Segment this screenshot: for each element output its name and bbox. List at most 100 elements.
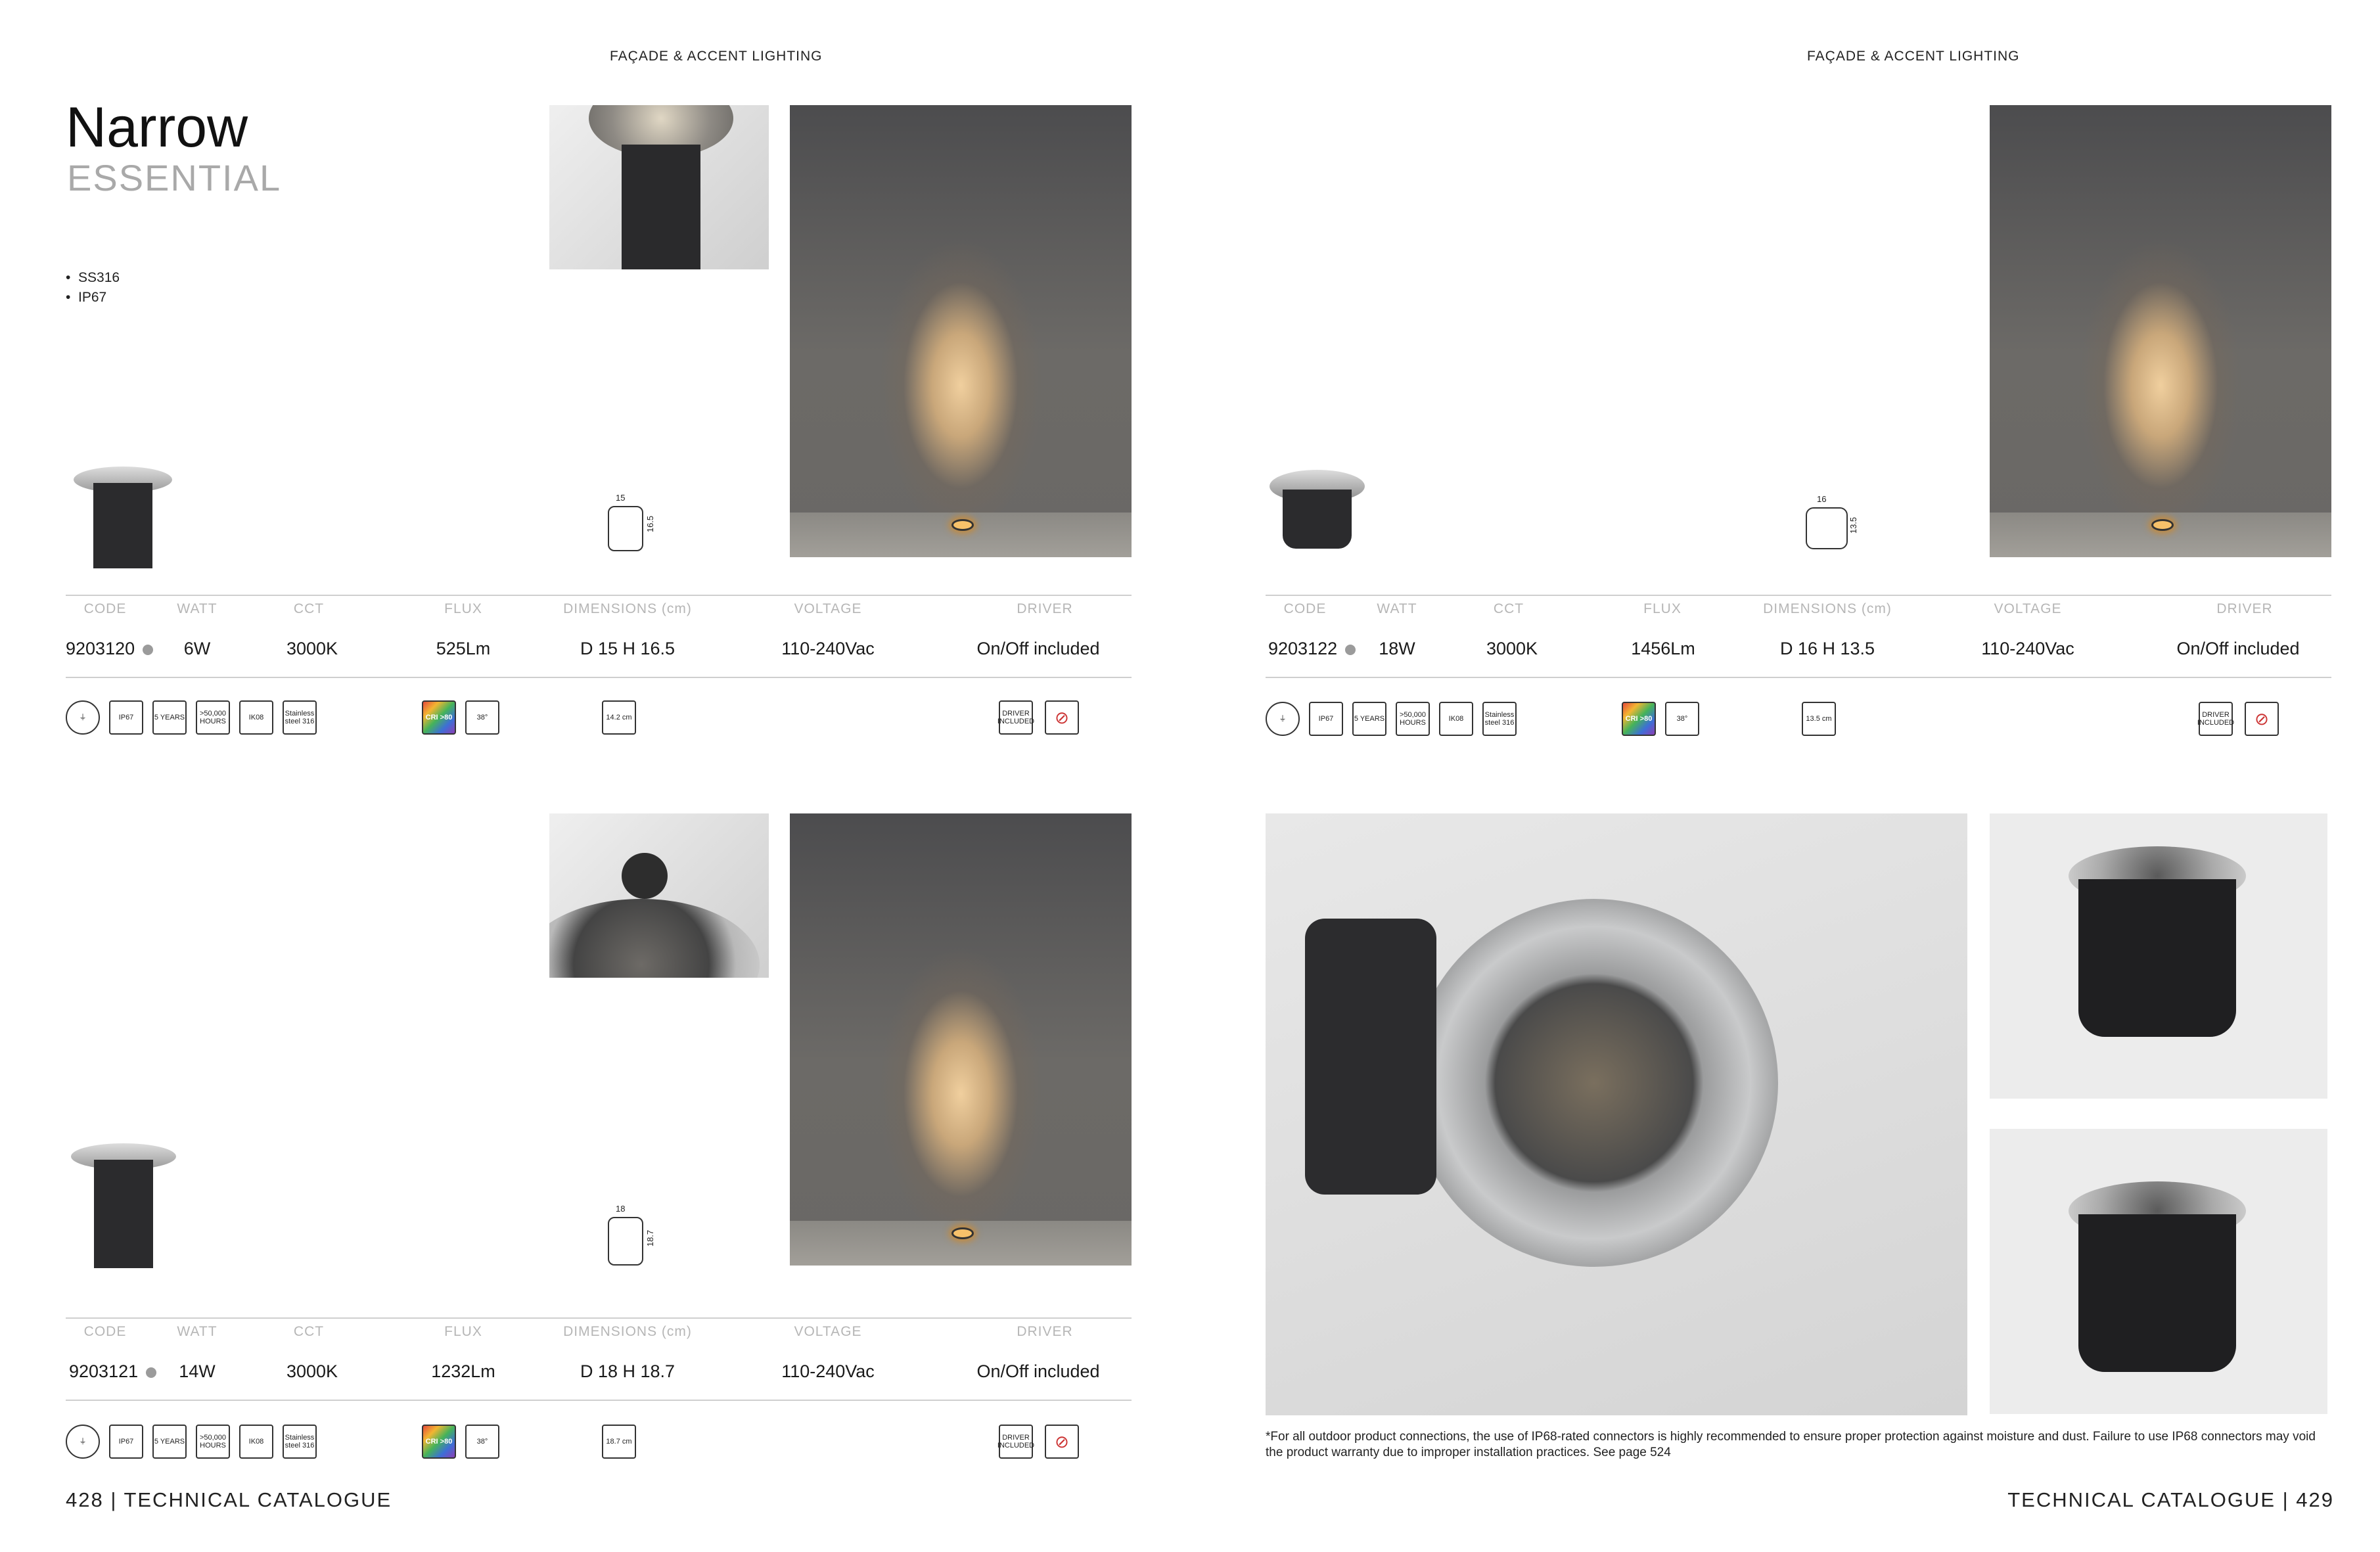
ik-rating-icon: IK08: [1439, 702, 1473, 736]
col-watt: WATT: [177, 1324, 217, 1339]
col-driver: DRIVER: [1017, 601, 1073, 616]
cct-cell: 3000K: [1486, 639, 1538, 658]
col-dimensions: DIMENSIONS (cm): [563, 1324, 692, 1339]
flux-cell: 1232Lm: [431, 1361, 495, 1381]
driver-included-icon: DRIVER INCLUDED: [2197, 702, 2234, 736]
side-photo-2: [1990, 1129, 2327, 1414]
section-title-left: FAÇADE & ACCENT LIGHTING: [610, 49, 823, 64]
ik-rating-icon: IK08: [239, 1425, 273, 1459]
ip-rating-icon: IP67: [109, 1425, 143, 1459]
detail-photo-2: [549, 813, 769, 978]
watt-cell: 14W: [179, 1361, 216, 1381]
side-photo-1: [1990, 813, 2327, 1099]
lifetime-hours-icon: >50,000 HOURS: [1396, 702, 1430, 736]
fixture-image-3: [71, 1143, 176, 1271]
footer-left: 428 | TECHNICAL CATALOGUE: [66, 1488, 392, 1511]
ip-rating-icon: IP67: [109, 700, 143, 735]
col-flux: FLUX: [444, 601, 482, 616]
feature-list: • SS316 • IP67: [66, 268, 120, 308]
color-swatch: [1345, 644, 1356, 655]
beam-angle-icon: 38°: [465, 700, 499, 735]
cri-icon: CRI >80: [422, 700, 456, 735]
feature-item: • SS316: [66, 270, 120, 285]
col-code: CODE: [1283, 601, 1327, 616]
table-rule: [66, 1400, 1132, 1401]
no-dimming-icon: ⊘: [1045, 1425, 1079, 1459]
dimension-sketch-3: 18 18.7: [601, 1204, 660, 1273]
driver-cell: On/Off included: [976, 1361, 1100, 1381]
col-dimensions: DIMENSIONS (cm): [1763, 601, 1892, 616]
dimensions-cell: D 15 H 16.5: [580, 639, 675, 658]
ip-rating-icon: IP67: [1309, 702, 1343, 736]
installation-note: *For all outdoor product connections, th…: [1266, 1430, 2316, 1459]
col-watt: WATT: [177, 601, 217, 616]
beam-angle-icon: 38°: [1665, 702, 1699, 736]
voltage-cell: 110-240Vac: [781, 639, 875, 658]
dimensions-cell: D 18 H 18.7: [580, 1361, 675, 1381]
table-rule: [1266, 677, 2331, 678]
driver-cell: On/Off included: [976, 639, 1100, 658]
detail-photo-1: [549, 105, 769, 269]
driver-included-icon: DRIVER INCLUDED: [997, 700, 1034, 735]
table-rule: [66, 595, 1132, 596]
col-cct: CCT: [293, 1324, 325, 1339]
flux-cell: 525Lm: [436, 639, 491, 658]
col-voltage: VOLTAGE: [794, 601, 862, 616]
flux-cell: 1456Lm: [1631, 639, 1695, 658]
col-flux: FLUX: [1643, 601, 1682, 616]
voltage-cell: 110-240Vac: [781, 1361, 875, 1381]
col-watt: WATT: [1377, 601, 1417, 616]
footer-right: TECHNICAL CATALOGUE | 429: [2007, 1488, 2334, 1511]
col-driver: DRIVER: [1017, 1324, 1073, 1339]
fixture-image-1: [74, 467, 172, 572]
driver-included-icon: DRIVER INCLUDED: [997, 1425, 1034, 1459]
col-cct: CCT: [1493, 601, 1524, 616]
earth-icon: ⏚: [66, 1425, 100, 1459]
col-cct: CCT: [293, 601, 325, 616]
beam-angle-icon: 38°: [465, 1425, 499, 1459]
warranty-icon: 5 YEARS: [152, 700, 187, 735]
warranty-icon: 5 YEARS: [152, 1425, 187, 1459]
cutout-icon: 14.2 cm: [602, 700, 636, 735]
color-swatch: [146, 1367, 157, 1378]
voltage-cell: 110-240Vac: [1981, 639, 2074, 658]
code-cell: 9203120: [66, 639, 171, 659]
col-code: CODE: [83, 1324, 127, 1339]
product-range: ESSENTIAL: [67, 157, 282, 198]
beam-photo-1: [790, 105, 1132, 557]
beam-photo-2: [790, 813, 1132, 1266]
col-code: CODE: [83, 601, 127, 616]
color-swatch: [143, 644, 154, 655]
table-rule: [1266, 595, 2331, 596]
stainless-steel-icon: Stainless steel 316: [283, 1425, 317, 1459]
lifetime-hours-icon: >50,000 HOURS: [196, 700, 230, 735]
cutout-icon: 18.7 cm: [602, 1425, 636, 1459]
dimensions-cell: D 16 H 13.5: [1779, 639, 1875, 658]
watt-cell: 18W: [1379, 639, 1415, 658]
section-title-right: FAÇADE & ACCENT LIGHTING: [1807, 49, 2020, 64]
earth-icon: ⏚: [1266, 702, 1300, 736]
earth-icon: ⏚: [66, 700, 100, 735]
stainless-steel-icon: Stainless steel 316: [283, 700, 317, 735]
ik-rating-icon: IK08: [239, 700, 273, 735]
lifetime-hours-icon: >50,000 HOURS: [196, 1425, 230, 1459]
feature-item: • IP67: [66, 290, 107, 305]
col-driver: DRIVER: [2216, 601, 2273, 616]
beam-photo-3: [1990, 105, 2331, 557]
col-voltage: VOLTAGE: [794, 1324, 862, 1339]
no-dimming-icon: ⊘: [2245, 702, 2279, 736]
cutout-icon: 13.5 cm: [1802, 702, 1836, 736]
cri-icon: CRI >80: [422, 1425, 456, 1459]
cct-cell: 3000K: [286, 639, 338, 658]
table-rule: [66, 677, 1132, 678]
dimension-sketch-1: 15 16.5: [601, 493, 660, 559]
driver-cell: On/Off included: [2176, 639, 2300, 658]
cri-icon: CRI >80: [1622, 702, 1656, 736]
col-flux: FLUX: [444, 1324, 482, 1339]
cct-cell: 3000K: [286, 1361, 338, 1381]
product-name: Narrow: [66, 96, 248, 159]
dimension-sketch-2: 16 13.5: [1800, 494, 1863, 560]
fixture-image-2: [1270, 470, 1365, 555]
no-dimming-icon: ⊘: [1045, 700, 1079, 735]
table-rule: [66, 1317, 1132, 1319]
